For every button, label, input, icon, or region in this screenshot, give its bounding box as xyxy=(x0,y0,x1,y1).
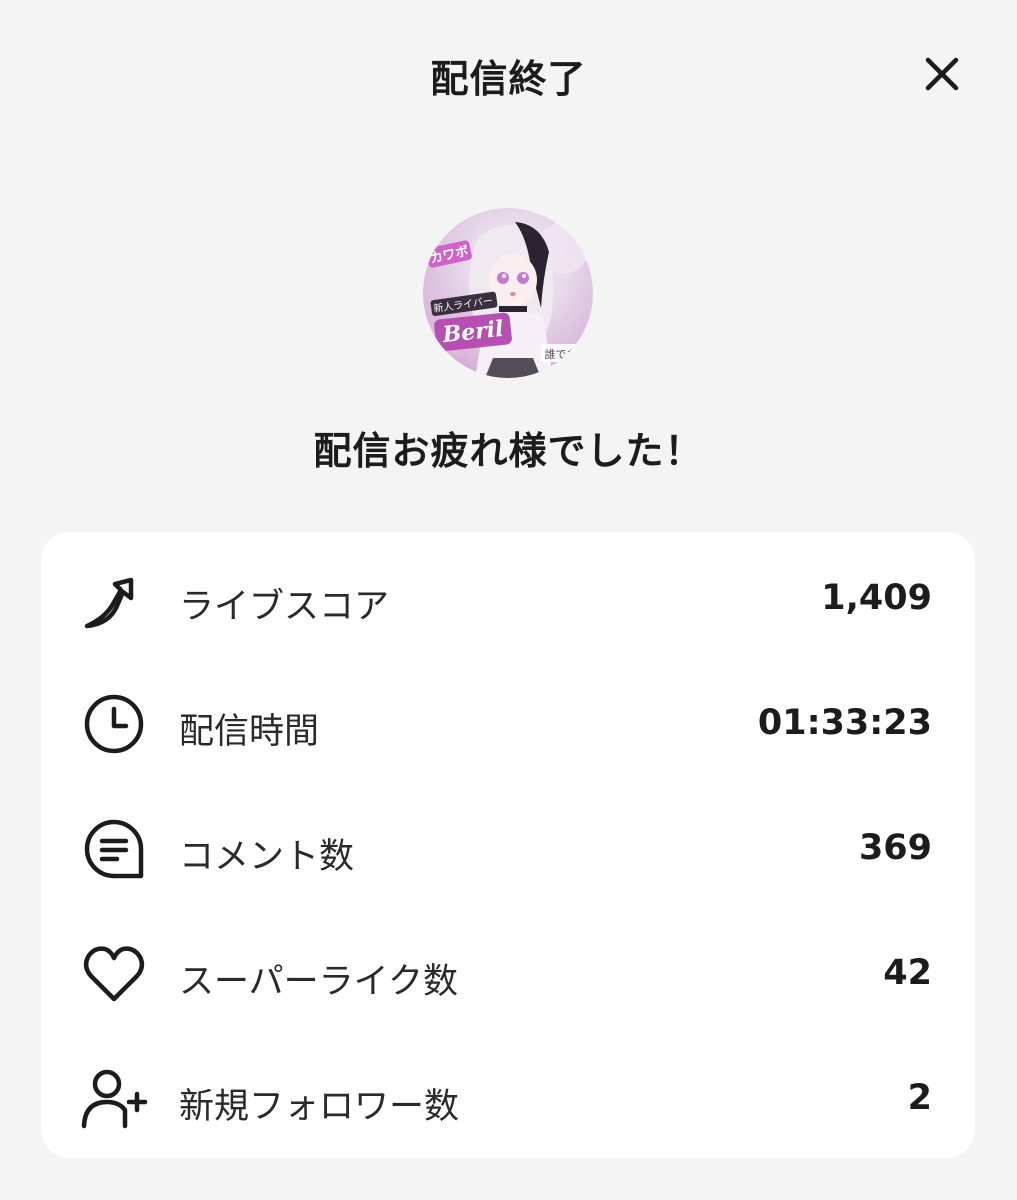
comment-icon xyxy=(79,814,149,884)
add-user-icon xyxy=(79,1064,149,1134)
stat-label: コメント数 xyxy=(179,837,355,877)
avatar-corner-text: 誰でも xyxy=(545,347,578,361)
stat-value: 42 xyxy=(883,953,932,993)
avatar: カワボ 新人ライバー Beril 誰でも xyxy=(423,208,593,378)
stat-label: 配信時間 xyxy=(179,712,320,752)
stat-row-super-likes: スーパーライク数 42 xyxy=(41,919,975,1019)
page-title: 配信終了 xyxy=(430,57,587,101)
stat-value: 369 xyxy=(858,828,932,868)
stat-value: 1,409 xyxy=(821,578,932,618)
stat-row-new-followers: 新規フォロワー数 2 xyxy=(41,1044,975,1144)
stat-label: 新規フォロワー数 xyxy=(179,1087,460,1127)
completion-message: 配信お疲れ様でした！ xyxy=(313,429,704,473)
stat-label: スーパーライク数 xyxy=(179,962,458,1002)
close-icon xyxy=(925,57,959,91)
live-score-icon xyxy=(79,564,149,634)
stat-row-comments: コメント数 369 xyxy=(41,794,975,894)
stat-value: 01:33:23 xyxy=(757,703,932,743)
heart-icon xyxy=(79,939,149,1009)
header: 配信終了 xyxy=(0,0,1017,150)
stat-value: 2 xyxy=(907,1078,932,1118)
close-button[interactable] xyxy=(912,44,972,104)
stat-row-live-score: ライブスコア 1,409 xyxy=(41,544,975,644)
clock-icon xyxy=(79,689,149,759)
stat-row-stream-time: 配信時間 01:33:23 xyxy=(41,669,975,769)
stat-label: ライブスコア xyxy=(179,587,390,627)
stats-card: ライブスコア 1,409 配信時間 01:33:23 コメント数 369 スーパ… xyxy=(41,532,975,1158)
